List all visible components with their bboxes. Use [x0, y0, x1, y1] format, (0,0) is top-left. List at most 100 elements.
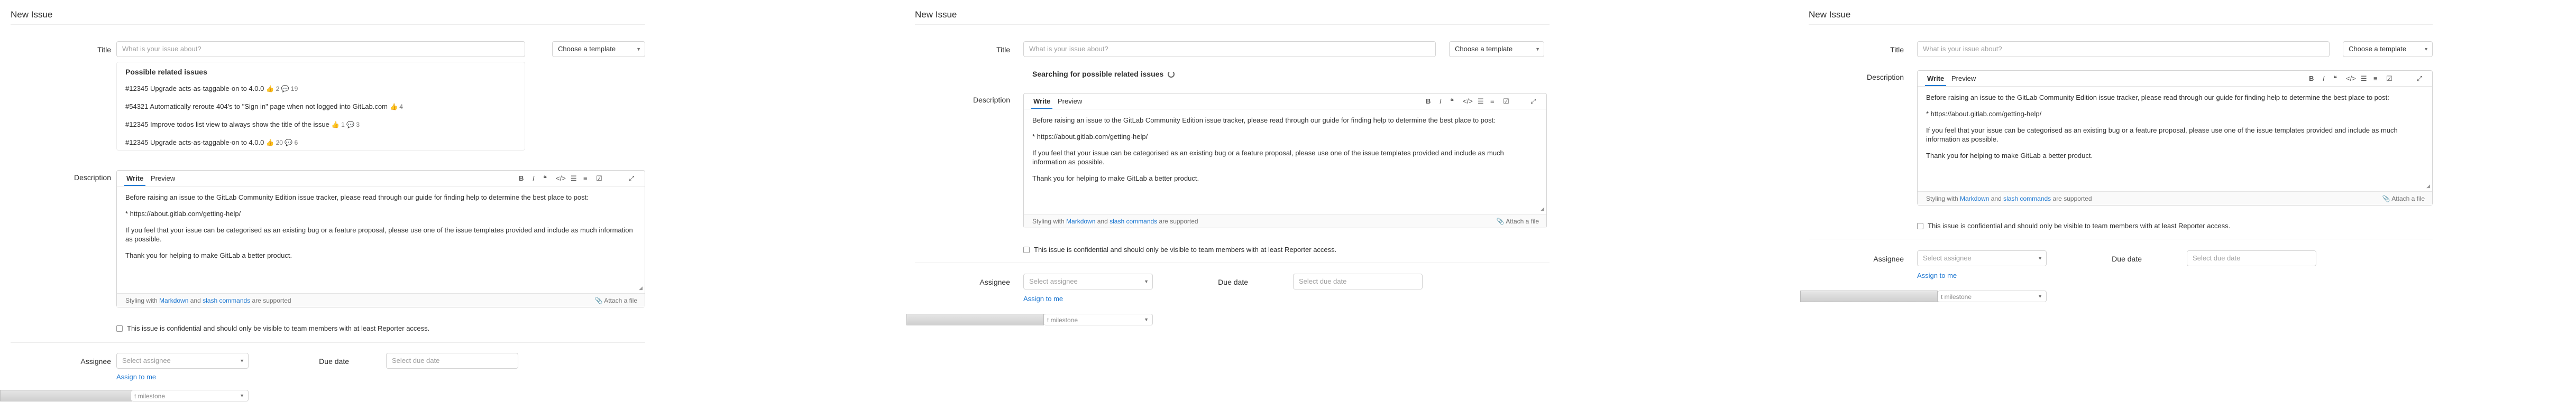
fullscreen-icon[interactable]: ⤢ — [2417, 74, 2422, 83]
assignee-label: Assignee — [979, 278, 1010, 286]
italic-icon[interactable]: I — [2323, 74, 2325, 82]
numbered-list-icon[interactable]: ≡ — [583, 174, 588, 182]
task-list-icon[interactable]: ☑ — [2386, 74, 2392, 83]
bold-icon[interactable]: B — [2309, 74, 2314, 82]
title-input[interactable]: What is your issue about? — [116, 41, 525, 57]
due-date-input[interactable]: Select due date — [1293, 274, 1423, 289]
description-label: Description — [1866, 73, 1904, 81]
markdown-link[interactable]: Markdown — [1066, 218, 1095, 225]
code-icon[interactable]: </> — [556, 174, 566, 182]
supported-text: are supported — [2052, 195, 2092, 202]
assignee-placeholder: Select assignee — [122, 357, 171, 364]
bold-icon[interactable]: B — [519, 174, 524, 182]
due-date-input[interactable]: Select due date — [386, 353, 518, 369]
editor-tabs: Write Preview B I ❝ </> ☰ ≡ ☑ ⤢ — [1918, 71, 2432, 87]
milestone-dropdown[interactable]: t milestone ▼ — [1938, 291, 2047, 302]
template-dropdown[interactable]: Choose a template ▼ — [552, 41, 645, 57]
bullet-list-icon[interactable]: ☰ — [2361, 74, 2367, 83]
code-icon[interactable]: </> — [1463, 97, 1473, 105]
template-dropdown[interactable]: Choose a template ▼ — [1449, 41, 1544, 57]
chevron-down-icon: ▼ — [1144, 317, 1149, 322]
divider — [915, 24, 1550, 25]
related-issue-link[interactable]: #12345 Upgrade acts-as-taggable-on to 4.… — [125, 85, 298, 92]
chevron-down-icon: ▼ — [1535, 46, 1540, 52]
confidential-label: This issue is confidential and should on… — [1034, 246, 1337, 254]
related-issue-meta: 👍 1 💬 3 — [331, 121, 360, 128]
tab-write[interactable]: Write — [1031, 97, 1053, 109]
confidential-checkbox[interactable]: This issue is confidential and should on… — [116, 324, 429, 332]
italic-icon[interactable]: I — [1440, 97, 1442, 105]
description-line: If you feel that your issue can be categ… — [1032, 149, 1504, 166]
description-textarea[interactable]: Before raising an issue to the GitLab Co… — [125, 193, 636, 267]
quote-icon[interactable]: ❝ — [1450, 97, 1454, 106]
assign-to-me-link[interactable]: Assign to me — [1023, 295, 1063, 303]
description-editor: Write Preview B I ❝ </> ☰ ≡ ☑ ⤢ Before r… — [1917, 70, 2433, 205]
supported-text: are supported — [1159, 218, 1198, 225]
assignee-label: Assignee — [1873, 255, 1904, 263]
description-textarea[interactable]: Before raising an issue to the GitLab Co… — [1032, 116, 1538, 190]
code-icon[interactable]: </> — [2346, 74, 2356, 82]
assign-to-me-link[interactable]: Assign to me — [116, 373, 156, 381]
markdown-link[interactable]: Markdown — [1960, 195, 1989, 202]
confidential-label: This issue is confidential and should on… — [127, 324, 430, 332]
styling-prefix: Styling with — [1032, 218, 1065, 225]
confidential-checkbox[interactable]: This issue is confidential and should on… — [1917, 222, 2230, 230]
template-dropdown-label: Choose a template — [1455, 45, 1513, 53]
related-issue-link[interactable]: #12345 Improve todos list view to always… — [125, 120, 360, 128]
divider — [11, 24, 645, 25]
title-input[interactable]: What is your issue about? — [1023, 41, 1436, 57]
styling-hint: Styling with Markdown and slash commands… — [125, 297, 291, 304]
related-issue-link[interactable]: #12345 Upgrade acts-as-taggable-on to 4.… — [125, 138, 298, 146]
editor-tabs: Write Preview B I ❝ </> ☰ ≡ ☑ ⤢ — [1024, 94, 1546, 109]
quote-icon[interactable]: ❝ — [2333, 74, 2337, 83]
task-list-icon[interactable]: ☑ — [596, 174, 602, 183]
attach-file-button[interactable]: 📎 Attach a file — [2382, 195, 2425, 202]
assignee-dropdown[interactable]: Select assignee ▼ — [116, 353, 249, 369]
description-label: Description — [973, 96, 1010, 104]
assignee-dropdown[interactable]: Select assignee ▼ — [1917, 250, 2047, 266]
assignee-placeholder: Select assignee — [1923, 254, 1972, 262]
assign-to-me-link[interactable]: Assign to me — [1917, 272, 1957, 279]
resize-handle-icon[interactable]: ◢ — [2426, 183, 2430, 189]
new-issue-panel-2: New Issue Title What is your issue about… — [906, 0, 1550, 402]
and-text: and — [1991, 195, 2002, 202]
bold-icon[interactable]: B — [1426, 97, 1431, 105]
title-input[interactable]: What is your issue about? — [1917, 41, 2330, 57]
italic-icon[interactable]: I — [533, 174, 535, 182]
slash-commands-link[interactable]: slash commands — [2003, 195, 2051, 202]
due-date-label: Due date — [1218, 278, 1248, 286]
bullet-list-icon[interactable]: ☰ — [1478, 97, 1484, 106]
slash-commands-link[interactable]: slash commands — [1110, 218, 1157, 225]
task-list-icon[interactable]: ☑ — [1503, 97, 1509, 106]
milestone-dropdown[interactable]: t milestone ▼ — [131, 390, 249, 401]
slash-commands-link[interactable]: slash commands — [203, 297, 250, 304]
template-dropdown[interactable]: Choose a template ▼ — [2343, 41, 2433, 57]
quote-icon[interactable]: ❝ — [543, 174, 547, 183]
searching-related-status: Searching for possible related issues — [1032, 70, 1175, 78]
numbered-list-icon[interactable]: ≡ — [2373, 74, 2378, 82]
tab-write[interactable]: Write — [124, 174, 146, 186]
numbered-list-icon[interactable]: ≡ — [1490, 97, 1495, 105]
description-textarea[interactable]: Before raising an issue to the GitLab Co… — [1926, 93, 2424, 167]
template-dropdown-label: Choose a template — [558, 45, 616, 53]
paperclip-icon: 📎 — [2382, 195, 2390, 202]
tab-preview[interactable]: Preview — [1951, 74, 1976, 82]
related-issue-link[interactable]: #54321 Automatically reroute 404's to "S… — [125, 102, 403, 110]
milestone-dropdown[interactable]: t milestone ▼ — [1044, 314, 1153, 325]
fullscreen-icon[interactable]: ⤢ — [629, 174, 634, 183]
title-label: Title — [1890, 45, 1904, 54]
due-date-input[interactable]: Select due date — [2187, 250, 2316, 266]
tab-preview[interactable]: Preview — [151, 174, 175, 182]
assignee-dropdown[interactable]: Select assignee ▼ — [1023, 274, 1153, 289]
bullet-list-icon[interactable]: ☰ — [571, 174, 577, 183]
attach-file-button[interactable]: 📎 Attach a file — [1497, 218, 1539, 225]
tab-preview[interactable]: Preview — [1058, 97, 1082, 105]
fullscreen-icon[interactable]: ⤢ — [1530, 97, 1536, 106]
markdown-link[interactable]: Markdown — [159, 297, 188, 304]
tab-write[interactable]: Write — [1924, 74, 1947, 86]
description-line: Before raising an issue to the GitLab Co… — [125, 193, 589, 201]
confidential-checkbox[interactable]: This issue is confidential and should on… — [1023, 246, 1336, 254]
resize-handle-icon[interactable]: ◢ — [1541, 206, 1544, 212]
attach-file-button[interactable]: 📎 Attach a file — [595, 297, 637, 304]
resize-handle-icon[interactable]: ◢ — [639, 285, 643, 291]
